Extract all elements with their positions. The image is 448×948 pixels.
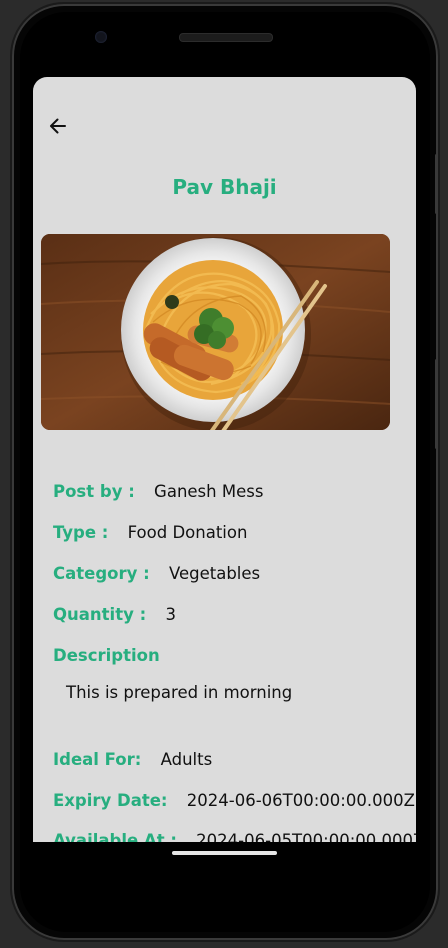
power-button	[435, 359, 438, 449]
volume-button	[435, 154, 438, 214]
page-title: Pav Bhaji	[172, 175, 277, 199]
earpiece-speaker	[179, 33, 273, 42]
type-value: Food Donation	[127, 523, 248, 542]
available-at-row: Available At : 2024-06-05T00:00:00.000Z	[53, 831, 416, 842]
ideal-for-row: Ideal For: Adults	[53, 750, 212, 769]
category-row: Category : Vegetables	[53, 564, 260, 583]
post-by-label: Post by :	[53, 482, 135, 501]
category-value: Vegetables	[168, 564, 261, 583]
app-screen: Pav Bhaji Post by: Ganesh Mess Type: F…	[33, 77, 416, 842]
type-row: Type : Food Donation	[53, 523, 247, 542]
arrow-left-icon	[50, 118, 66, 134]
back-button[interactable]	[45, 113, 71, 139]
food-photo	[41, 234, 390, 430]
post-by-row: Post by : Ganesh Mess	[53, 482, 263, 501]
ideal-for-value: Adults	[160, 750, 213, 769]
food-image	[41, 234, 390, 430]
expiry-date-row: Expiry Date: 2024-06-06T00:00:00.000Z	[53, 791, 415, 810]
quantity-row: Quantity : 3	[53, 605, 176, 624]
type-label: Type :	[53, 523, 109, 542]
available-at-label: Available At :	[53, 831, 177, 842]
home-indicator[interactable]	[172, 851, 277, 855]
description-value: This is prepared in morning	[66, 683, 293, 702]
description-heading-row: Description	[53, 646, 160, 665]
post-by-value: Ganesh Mess	[154, 482, 264, 501]
quantity-label: Quantity :	[53, 605, 147, 624]
ideal-for-label: Ideal For:	[53, 750, 142, 769]
description-label: Description	[53, 646, 160, 665]
quantity-value: 3	[165, 605, 176, 624]
front-camera	[95, 31, 107, 43]
expiry-date-label: Expiry Date:	[53, 791, 168, 810]
available-at-value: 2024-06-05T00:00:00.000Z	[196, 831, 416, 842]
category-label: Category :	[53, 564, 150, 583]
expiry-date-value: 2024-06-06T00:00:00.000Z	[186, 791, 415, 810]
